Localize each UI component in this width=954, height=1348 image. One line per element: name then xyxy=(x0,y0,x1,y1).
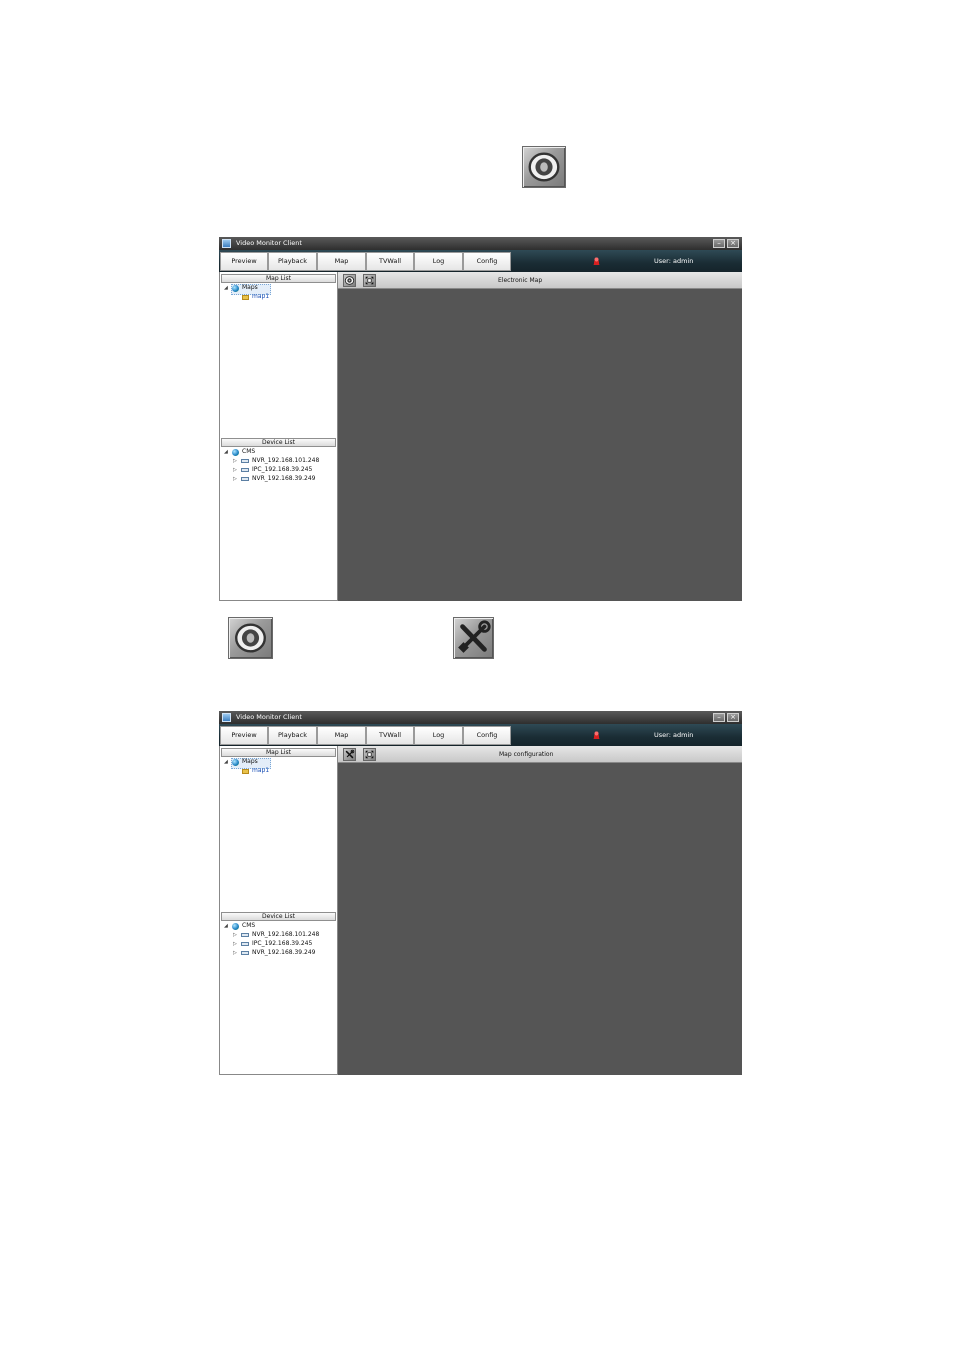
folder-icon xyxy=(242,295,249,300)
app-window-2: Video Monitor Client – × Preview Playbac… xyxy=(219,711,742,1075)
device-list-header: Device List xyxy=(221,438,336,447)
ipc-device-icon xyxy=(241,468,249,472)
device-tree-root[interactable]: CMS xyxy=(242,448,255,456)
tab-playback[interactable]: Playback xyxy=(268,726,317,745)
tab-preview[interactable]: Preview xyxy=(220,252,268,271)
collapsed-arrow-icon[interactable]: ▷ xyxy=(233,476,237,482)
minimize-button[interactable]: – xyxy=(713,713,725,722)
app-window-1: Video Monitor Client – × Preview Playbac… xyxy=(219,237,742,601)
tab-playback[interactable]: Playback xyxy=(268,252,317,271)
tab-log[interactable]: Log xyxy=(414,726,463,745)
globe-icon xyxy=(232,759,239,766)
eye-icon[interactable] xyxy=(343,274,356,287)
user-label: User: admin xyxy=(654,257,694,265)
collapsed-arrow-icon[interactable]: ▷ xyxy=(233,941,237,947)
eye-icon xyxy=(522,146,566,188)
close-button[interactable]: × xyxy=(727,239,739,248)
map-canvas[interactable]: Electronic Map xyxy=(337,272,742,601)
map-list-header: Map List xyxy=(221,274,336,283)
user-icon xyxy=(593,257,600,265)
nav-bar: Preview Playback Map TVWall Log Config U… xyxy=(219,724,742,746)
device-item[interactable]: IPC_192.168.39.245 xyxy=(252,940,312,948)
map-canvas[interactable]: Map configuration xyxy=(337,746,742,1075)
device-item[interactable]: NVR_192.168.101.248 xyxy=(252,931,319,939)
tab-log[interactable]: Log xyxy=(414,252,463,271)
fullscreen-icon[interactable] xyxy=(363,274,376,287)
user-icon xyxy=(593,731,600,739)
map-toolbar: Map configuration xyxy=(338,746,742,763)
device-tree-root[interactable]: CMS xyxy=(242,922,255,930)
title-bar: Video Monitor Client – × xyxy=(219,711,742,724)
tab-tvwall[interactable]: TVWall xyxy=(366,726,414,745)
collapsed-arrow-icon[interactable]: ▷ xyxy=(233,458,237,464)
tools-icon[interactable] xyxy=(343,748,356,761)
fullscreen-icon[interactable] xyxy=(363,748,376,761)
globe-icon xyxy=(232,285,239,292)
nav-bar: Preview Playback Map TVWall Log Config U… xyxy=(219,250,742,272)
title-bar: Video Monitor Client – × xyxy=(219,237,742,250)
map-tree-root[interactable]: Maps xyxy=(242,758,258,766)
device-list-header: Device List xyxy=(221,912,336,921)
expanded-arrow-icon[interactable]: ◢ xyxy=(224,449,228,455)
map-item[interactable]: map1 xyxy=(252,293,269,301)
left-panel: Map List ◢ Maps map1 Device List ◢ CMS ▷… xyxy=(219,272,337,601)
tab-preview[interactable]: Preview xyxy=(220,726,268,745)
expanded-arrow-icon[interactable]: ◢ xyxy=(224,759,228,765)
collapsed-arrow-icon[interactable]: ▷ xyxy=(233,932,237,938)
eye-icon xyxy=(228,617,273,659)
device-item[interactable]: NVR_192.168.39.249 xyxy=(252,475,315,483)
folder-icon xyxy=(242,769,249,774)
device-item[interactable]: IPC_192.168.39.245 xyxy=(252,466,312,474)
expanded-arrow-icon[interactable]: ◢ xyxy=(224,923,228,929)
tab-map[interactable]: Map xyxy=(317,726,366,745)
map-toolbar: Electronic Map xyxy=(338,272,742,289)
nvr-device-icon xyxy=(241,951,249,955)
device-item[interactable]: NVR_192.168.39.249 xyxy=(252,949,315,957)
map-toolbar-title: Map configuration xyxy=(499,751,554,758)
left-panel: Map List ◢ Maps map1 Device List ◢ CMS ▷… xyxy=(219,746,337,1075)
expanded-arrow-icon[interactable]: ◢ xyxy=(224,285,228,291)
nvr-device-icon xyxy=(241,933,249,937)
device-item[interactable]: NVR_192.168.101.248 xyxy=(252,457,319,465)
nvr-device-icon xyxy=(241,477,249,481)
tools-icon xyxy=(453,617,494,659)
user-label: User: admin xyxy=(654,731,694,739)
tab-tvwall[interactable]: TVWall xyxy=(366,252,414,271)
tab-config[interactable]: Config xyxy=(463,252,511,271)
window-title: Video Monitor Client xyxy=(236,713,302,721)
map-tree-root[interactable]: Maps xyxy=(242,284,258,292)
tab-map[interactable]: Map xyxy=(317,252,366,271)
map-list-header: Map List xyxy=(221,748,336,757)
map-item[interactable]: map1 xyxy=(252,767,269,775)
globe-icon xyxy=(232,449,239,456)
minimize-button[interactable]: – xyxy=(713,239,725,248)
map-toolbar-title: Electronic Map xyxy=(498,277,543,284)
window-title: Video Monitor Client xyxy=(236,239,302,247)
ipc-device-icon xyxy=(241,942,249,946)
tab-config[interactable]: Config xyxy=(463,726,511,745)
nvr-device-icon xyxy=(241,459,249,463)
close-button[interactable]: × xyxy=(727,713,739,722)
app-icon xyxy=(222,713,231,722)
globe-icon xyxy=(232,923,239,930)
collapsed-arrow-icon[interactable]: ▷ xyxy=(233,950,237,956)
collapsed-arrow-icon[interactable]: ▷ xyxy=(233,467,237,473)
app-icon xyxy=(222,239,231,248)
